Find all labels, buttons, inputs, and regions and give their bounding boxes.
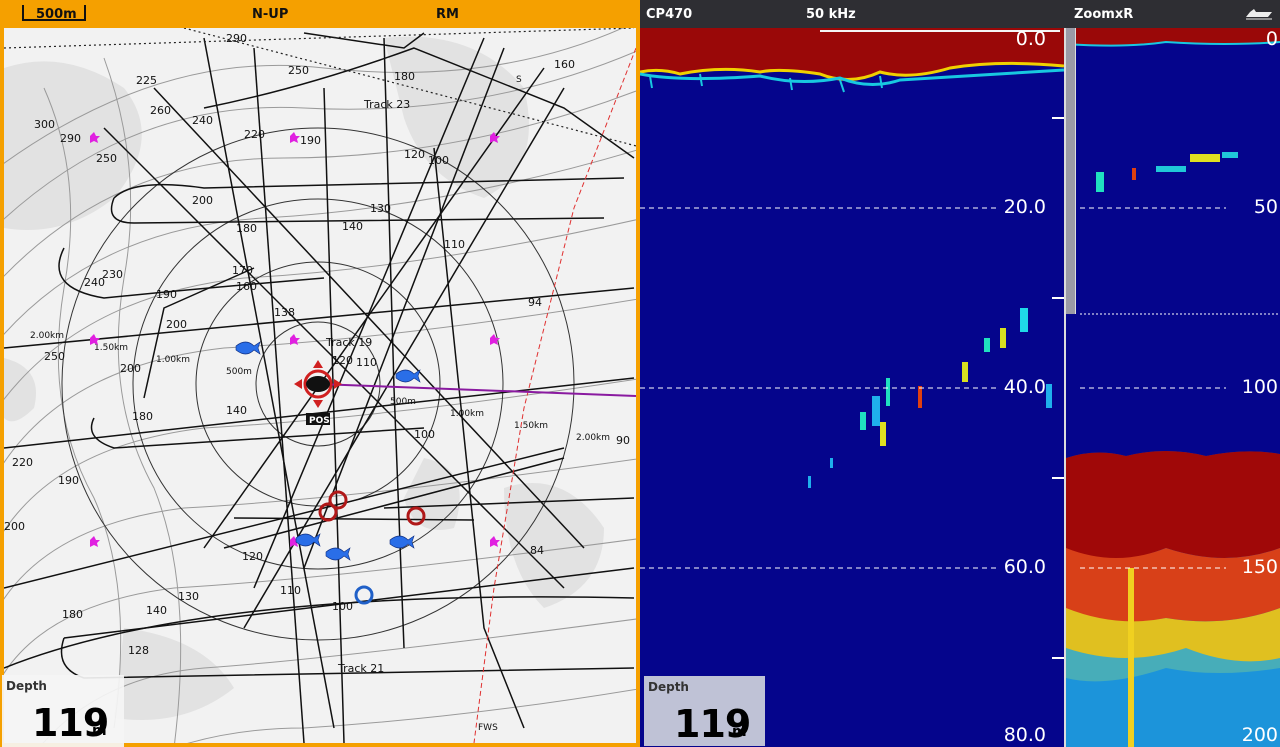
depth-label: Depth bbox=[6, 679, 47, 693]
zoom-fish-echoes bbox=[1096, 152, 1238, 192]
zoom-scale-50: 50 bbox=[1253, 196, 1278, 218]
sounding: 180 bbox=[394, 70, 415, 83]
track-name: Track 23 bbox=[363, 98, 410, 111]
zoom-surface bbox=[1066, 28, 1280, 47]
sounding: 260 bbox=[150, 104, 171, 117]
sonar-main-view[interactable]: 0.0 20.0 40.0 60.0 80.0 bbox=[640, 28, 1064, 747]
sounding: 190 bbox=[58, 474, 79, 487]
track-name: Track 19 bbox=[325, 336, 372, 349]
chart-header: 500m N-UP RM bbox=[0, 0, 640, 28]
ring-label: 1.00km bbox=[450, 409, 484, 419]
zoom-scale-150: 150 bbox=[1241, 556, 1278, 578]
sounding: 130 bbox=[178, 590, 199, 603]
sonar-depth-readout: Depth 119 m bbox=[644, 676, 765, 746]
sounding: 240 bbox=[192, 114, 213, 127]
sounding: 160 bbox=[236, 280, 257, 293]
sounding: 200 bbox=[120, 362, 141, 375]
sounding: 200 bbox=[192, 194, 213, 207]
zoom-scale-100: 100 bbox=[1241, 376, 1278, 398]
sonar-header: CP470 50 kHz ZoomxR bbox=[640, 0, 1280, 28]
zoom-scale-0: 0 bbox=[1265, 28, 1278, 50]
depth-scale-80: 80.0 bbox=[1003, 724, 1046, 746]
map-label: FWS bbox=[478, 723, 498, 733]
depth-unit: m bbox=[732, 724, 747, 740]
sounding: 250 bbox=[96, 152, 117, 165]
sonar-echogram bbox=[640, 28, 1064, 659]
sounding: 120 bbox=[404, 148, 425, 161]
sounding: 138 bbox=[274, 306, 295, 319]
zoom-bottom-echo bbox=[1066, 451, 1280, 747]
sounding: 170 bbox=[232, 264, 253, 277]
sounding: 230 bbox=[102, 268, 123, 281]
fish-echoes bbox=[808, 308, 1052, 488]
vessel-label: POS bbox=[309, 416, 330, 426]
ring-label: 500m bbox=[226, 367, 252, 377]
ring-label: 1.00km bbox=[156, 355, 190, 365]
depth-unit: m bbox=[92, 723, 107, 739]
depth-scale-20: 20.0 bbox=[1003, 196, 1046, 218]
boat-icon bbox=[1246, 9, 1272, 20]
depth-gridlines bbox=[640, 207, 998, 569]
sounding: 130 bbox=[370, 202, 391, 215]
frequency-label[interactable]: 50 kHz bbox=[806, 7, 856, 22]
sounding: 128 bbox=[128, 644, 149, 657]
chart-depth-readout: Depth 119 m bbox=[2, 675, 124, 747]
depth-scale-40: 40.0 bbox=[1003, 376, 1046, 398]
sonar-model-label[interactable]: CP470 bbox=[646, 7, 692, 22]
depth-label: Depth bbox=[648, 680, 689, 694]
sounding: 290 bbox=[60, 132, 81, 145]
sounding: 140 bbox=[342, 220, 363, 233]
sounding: 190 bbox=[156, 288, 177, 301]
sounding: 200 bbox=[166, 318, 187, 331]
scale-label[interactable]: 500m bbox=[36, 7, 77, 22]
ring-label: 500m bbox=[390, 397, 416, 407]
sounding: 90 bbox=[616, 434, 630, 447]
chart-map[interactable]: 290 250 225 260 300 240 290 250 190 220 … bbox=[4, 28, 636, 743]
ring-label: 1.50km bbox=[514, 421, 548, 431]
sounding: 290 bbox=[226, 32, 247, 45]
sounding: 140 bbox=[146, 604, 167, 617]
sounding: 250 bbox=[288, 64, 309, 77]
depth-scale-0: 0.0 bbox=[1015, 28, 1046, 50]
sounding: 180 bbox=[62, 608, 83, 621]
scale-ticks bbox=[1052, 117, 1064, 659]
surface-clutter bbox=[640, 28, 1064, 93]
sounding: 220 bbox=[12, 456, 33, 469]
zoom-range-bracket[interactable] bbox=[1066, 28, 1076, 314]
sounding: 190 bbox=[300, 134, 321, 147]
sounding: 180 bbox=[236, 222, 257, 235]
ring-label: 1.50km bbox=[94, 343, 128, 353]
zoom-mode-label[interactable]: ZoomxR bbox=[1074, 7, 1133, 22]
sounding: 110 bbox=[356, 356, 377, 369]
chart-pane[interactable]: 500m N-UP RM 290 250 225 260 300 240 290… bbox=[0, 0, 640, 747]
ring-label: 2.00km bbox=[30, 331, 64, 341]
track-name: Track 21 bbox=[337, 662, 384, 675]
sounding: 100 bbox=[414, 428, 435, 441]
sounding: 120 bbox=[332, 354, 353, 367]
chart-canvas: 290 250 225 260 300 240 290 250 190 220 … bbox=[4, 28, 636, 743]
motion-mode-label[interactable]: RM bbox=[436, 7, 459, 22]
sounding: 200 bbox=[4, 520, 25, 533]
sounding: 220 bbox=[244, 128, 265, 141]
sounding: 140 bbox=[226, 404, 247, 417]
sounding: 300 bbox=[34, 118, 55, 131]
sounding: 160 bbox=[554, 58, 575, 71]
orientation-label[interactable]: N-UP bbox=[252, 7, 288, 22]
sounding: 100 bbox=[428, 154, 449, 167]
sounding: 84 bbox=[530, 544, 544, 557]
sounding: 94 bbox=[528, 296, 542, 309]
sounding: 100 bbox=[332, 600, 353, 613]
sounding: 250 bbox=[44, 350, 65, 363]
sounding: 110 bbox=[280, 584, 301, 597]
sounding: 110 bbox=[444, 238, 465, 251]
ring-label: 2.00km bbox=[576, 433, 610, 443]
map-label: S bbox=[516, 75, 522, 85]
sounding: 225 bbox=[136, 74, 157, 87]
sonar-zoom-view[interactable]: 0 50 100 150 200 bbox=[1066, 28, 1280, 747]
depth-scale-60: 60.0 bbox=[1003, 556, 1046, 578]
sounding: 120 bbox=[242, 550, 263, 563]
zoom-scale-200: 200 bbox=[1241, 724, 1278, 746]
sounding: 180 bbox=[132, 410, 153, 423]
